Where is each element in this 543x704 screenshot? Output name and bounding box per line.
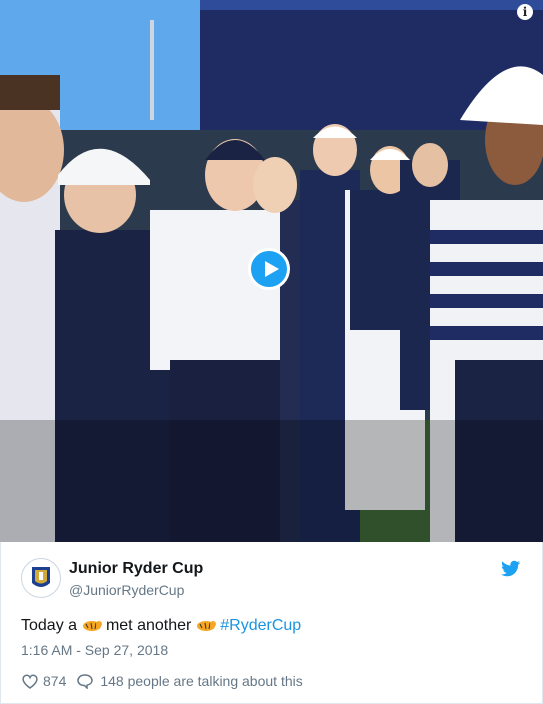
timestamp[interactable]: 1:16 AM - Sep 27, 2018	[21, 642, 168, 658]
tweet-text: Today a met another #RyderCup	[21, 617, 301, 635]
like-count: 874	[43, 673, 67, 689]
info-icon[interactable]: i	[517, 4, 533, 20]
twitter-bird-icon[interactable]	[501, 560, 521, 578]
tiger-emoji-icon	[196, 621, 216, 631]
tweet-text-middle: met another	[105, 617, 192, 634]
ryder-cup-logo	[23, 560, 59, 596]
play-icon[interactable]	[248, 248, 290, 290]
video-media[interactable]: i	[0, 0, 543, 542]
tweet-card: Junior Ryder Cup @JuniorRyderCup Today a…	[0, 542, 543, 704]
tweet-text-before: Today a	[21, 617, 78, 634]
tweet-actions: 874 148 people are talking about this	[21, 673, 307, 689]
heart-icon[interactable]	[21, 673, 39, 689]
comment-icon[interactable]	[76, 673, 94, 689]
tiger-emoji-icon	[82, 621, 102, 631]
account-handle[interactable]: @JuniorRyderCup	[69, 582, 184, 598]
hashtag-link[interactable]: #RyderCup	[220, 617, 301, 634]
avatar[interactable]	[21, 558, 61, 598]
account-name[interactable]: Junior Ryder Cup	[69, 560, 203, 578]
conversation-count[interactable]: 148 people are talking about this	[100, 673, 302, 689]
